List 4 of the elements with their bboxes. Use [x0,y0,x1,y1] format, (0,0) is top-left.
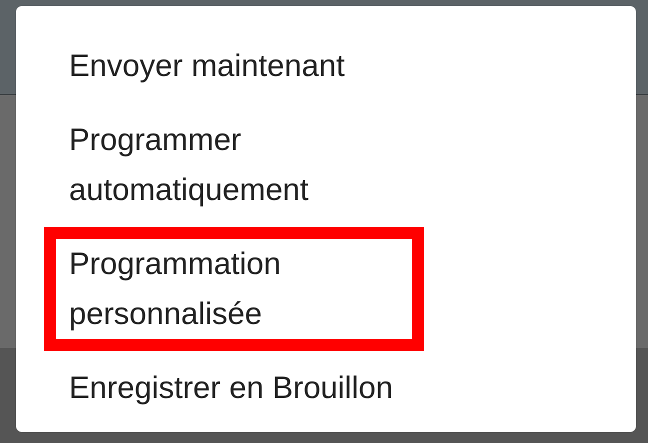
menu-item[interactable]: Programmer automatiquement [44,103,424,227]
menu-item[interactable]: Enregistrer en Brouillon [44,351,418,425]
menu-item[interactable]: Programmation personnalisée [44,227,424,351]
menu-item[interactable]: Envoyer maintenant [44,29,370,103]
